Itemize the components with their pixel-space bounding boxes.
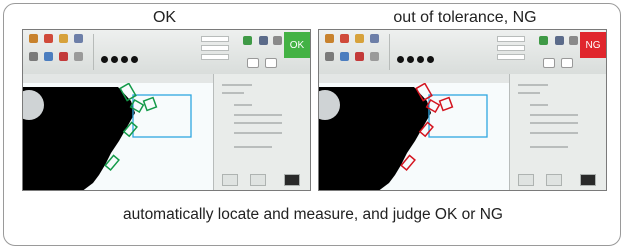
setting-row: [234, 104, 252, 106]
setting-row: [518, 92, 540, 94]
app-icon[interactable]: [29, 34, 38, 43]
panel-button[interactable]: [518, 174, 534, 186]
shape-icon[interactable]: [417, 56, 424, 63]
ok-heading: OK: [152, 9, 177, 26]
folder-icon[interactable]: [355, 34, 364, 43]
exit-icon[interactable]: [273, 36, 282, 45]
settings-panel: [509, 74, 606, 190]
settings-panel: [213, 74, 310, 190]
wrench-icon[interactable]: [74, 52, 83, 61]
parameter-field[interactable]: [497, 45, 525, 51]
parameter-field[interactable]: [201, 36, 229, 42]
exit-icon[interactable]: [569, 36, 578, 45]
status-indicator: NG: [580, 32, 606, 58]
shape-icon[interactable]: [131, 56, 138, 63]
setting-row: [234, 114, 282, 116]
toolbar-separator: [93, 34, 94, 70]
setting-row: [222, 84, 252, 86]
ok-software-screenshot: OK: [22, 29, 311, 191]
camera-image: [23, 82, 213, 190]
panel-button[interactable]: [546, 174, 562, 186]
toolbar-separator: [389, 34, 390, 70]
shape-icon[interactable]: [397, 56, 404, 63]
shape-icon[interactable]: [427, 56, 434, 63]
print-icon[interactable]: [259, 36, 268, 45]
setting-row: [530, 146, 568, 148]
gear-icon[interactable]: [325, 52, 334, 61]
toolbar: NG: [319, 30, 606, 75]
caption: automatically locate and measure, and ju…: [123, 206, 503, 223]
status-indicator: OK: [284, 32, 310, 58]
parameter-field[interactable]: [201, 54, 229, 60]
status-text: OK: [289, 39, 305, 51]
save-icon[interactable]: [74, 34, 83, 43]
setting-row: [234, 132, 282, 134]
camera-view: [23, 82, 213, 190]
save-icon[interactable]: [370, 34, 379, 43]
folder-icon[interactable]: [59, 34, 68, 43]
chart-icon[interactable]: [355, 52, 364, 61]
chart-icon[interactable]: [59, 52, 68, 61]
box-icon[interactable]: [247, 58, 259, 68]
toolbar: OK: [23, 30, 310, 75]
shape-icon[interactable]: [111, 56, 118, 63]
ng-software-screenshot: NG: [318, 29, 607, 191]
setting-row: [222, 92, 244, 94]
report-icon[interactable]: [243, 36, 252, 45]
camera-icon[interactable]: [44, 52, 53, 61]
setting-row: [234, 146, 272, 148]
camera-image: [319, 82, 509, 190]
setting-row: [530, 132, 578, 134]
parameter-field[interactable]: [497, 54, 525, 60]
parameter-field[interactable]: [497, 36, 525, 42]
print-icon[interactable]: [555, 36, 564, 45]
setting-row: [234, 122, 282, 124]
shape-icon[interactable]: [407, 56, 414, 63]
panel-button[interactable]: [250, 174, 266, 186]
setting-row: [518, 84, 548, 86]
app-icon[interactable]: [325, 34, 334, 43]
parameter-field[interactable]: [201, 45, 229, 51]
panel-button[interactable]: [580, 174, 596, 186]
ng-heading: out of tolerance, NG: [393, 9, 537, 26]
gear-icon[interactable]: [29, 52, 38, 61]
shape-icon[interactable]: [101, 56, 108, 63]
wrench-icon[interactable]: [370, 52, 379, 61]
shape-icon[interactable]: [121, 56, 128, 63]
panel-button[interactable]: [222, 174, 238, 186]
setting-row: [530, 122, 578, 124]
person-icon[interactable]: [340, 34, 349, 43]
setting-row: [530, 114, 578, 116]
setting-row: [530, 104, 548, 106]
panel-button[interactable]: [284, 174, 300, 186]
report-icon[interactable]: [539, 36, 548, 45]
person-icon[interactable]: [44, 34, 53, 43]
box-icon[interactable]: [561, 58, 573, 68]
camera-icon[interactable]: [340, 52, 349, 61]
camera-view: [319, 82, 509, 190]
status-text: NG: [585, 39, 601, 51]
box-icon[interactable]: [265, 58, 277, 68]
box-icon[interactable]: [543, 58, 555, 68]
